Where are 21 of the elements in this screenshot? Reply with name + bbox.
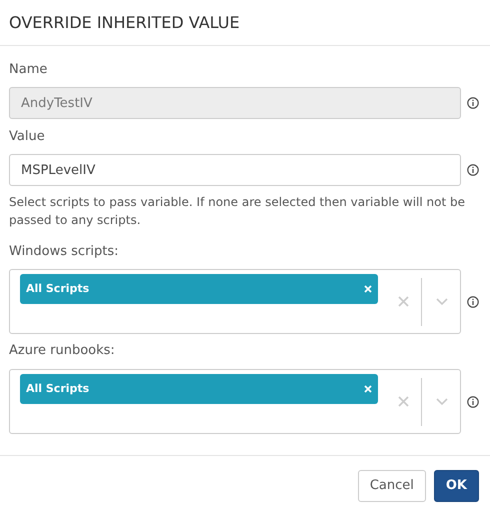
info-icon — [467, 164, 479, 176]
tag-label: All Scripts — [26, 280, 90, 297]
clear-icon[interactable] — [398, 296, 409, 307]
remove-icon[interactable] — [364, 385, 372, 393]
field-label: Windows scripts: — [9, 243, 120, 261]
chevron-down-icon[interactable] — [436, 398, 448, 406]
help-text: Select scripts to pass variable. If none are selected then variable will not be passed to any scripts. — [9, 194, 466, 229]
info-icon — [467, 296, 479, 308]
dialog-title: OVERRIDE INHERITED VALUE — [9, 12, 240, 34]
info-icon — [467, 97, 479, 109]
ok-button[interactable]: OK — [434, 470, 479, 502]
tag-label: All Scripts — [26, 380, 90, 397]
cancel-button[interactable]: Cancel — [358, 470, 426, 502]
info-icon — [467, 396, 479, 408]
field-label: Value — [9, 128, 46, 146]
chevron-down-icon[interactable] — [436, 298, 448, 306]
field-label: Azure runbooks: — [9, 342, 116, 360]
remove-icon[interactable] — [364, 285, 372, 293]
text-field[interactable]: MSPLevelIV — [9, 154, 461, 186]
field-label: Name — [9, 61, 48, 79]
clear-icon[interactable] — [398, 396, 409, 407]
